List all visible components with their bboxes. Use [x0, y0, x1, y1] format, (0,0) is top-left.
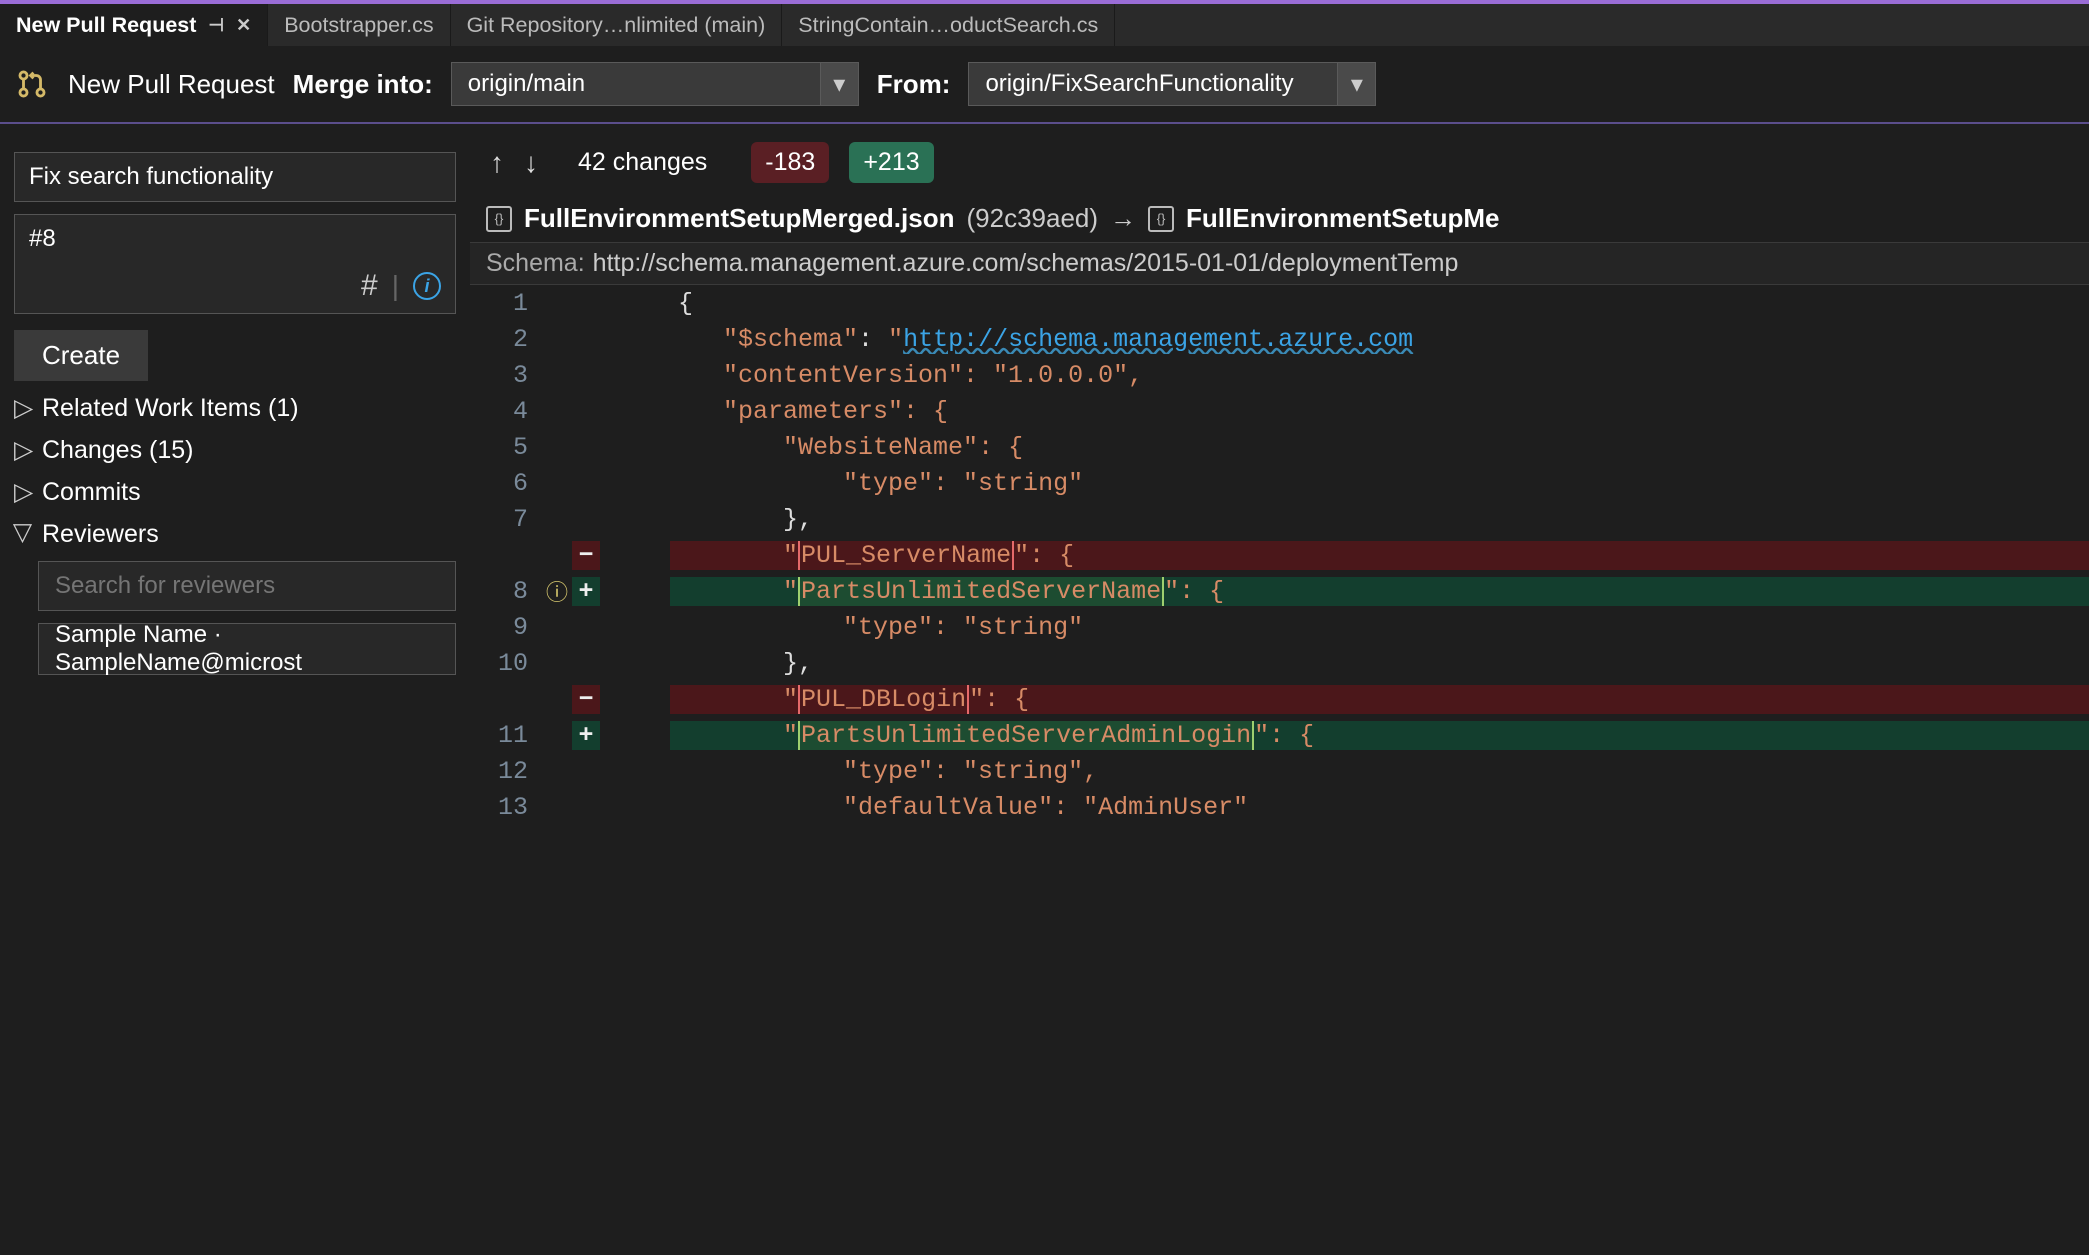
- code-line: 9 "type": "string": [470, 609, 2089, 645]
- tab-bar: New Pull Request ⊣ ✕ Bootstrapper.cs Git…: [0, 0, 2089, 46]
- pull-request-icon: [14, 66, 50, 102]
- tree-label: Commits: [42, 478, 141, 507]
- code-line-added: 8ⓘ+ "PartsUnlimitedServerName": {: [470, 573, 2089, 609]
- chevron-down-icon: ▷: [9, 524, 39, 544]
- code-diff-view[interactable]: 1 { 2 "$schema": "http://schema.manageme…: [470, 285, 2089, 1255]
- merge-into-dropdown[interactable]: origin/main ▾: [451, 62, 859, 106]
- tab-label: Git Repository…nlimited (main): [467, 13, 766, 38]
- tree-label: Reviewers: [42, 520, 159, 549]
- pr-form-panel: #8 # | i Create ▷ Related Work Items (1)…: [0, 130, 470, 1255]
- code-line-removed: − "PUL_DBLogin": {: [470, 681, 2089, 717]
- from-value: origin/FixSearchFunctionality: [969, 70, 1337, 98]
- schema-label: Schema:: [486, 249, 585, 278]
- tab-label: Bootstrapper.cs: [284, 13, 433, 38]
- code-line: 10 },: [470, 645, 2089, 681]
- prev-change-icon[interactable]: ↑: [490, 147, 504, 179]
- chevron-right-icon: ▷: [14, 393, 34, 423]
- code-line: 5 "WebsiteName": {: [470, 429, 2089, 465]
- stat-added: +213: [849, 142, 933, 183]
- pr-description-footer: # | i: [15, 263, 455, 313]
- code-line: 13 "defaultValue": "AdminUser": [470, 789, 2089, 825]
- tree-label: Related Work Items (1): [42, 394, 299, 423]
- changes-count: 42 changes: [578, 148, 707, 177]
- pr-description-box[interactable]: #8 # | i: [14, 214, 456, 314]
- chevron-right-icon: ▷: [14, 477, 34, 507]
- tab-stringcontain[interactable]: StringContain…oductSearch.cs: [782, 4, 1115, 46]
- pr-description-text[interactable]: #8: [15, 215, 455, 263]
- code-line: 1 {: [470, 285, 2089, 321]
- merge-into-value: origin/main: [452, 70, 820, 98]
- diff-file-left-hash: (92c39aed): [966, 203, 1098, 234]
- reviewer-search-input[interactable]: [38, 561, 456, 611]
- json-file-icon: {}: [1148, 206, 1174, 232]
- from-dropdown[interactable]: origin/FixSearchFunctionality ▾: [968, 62, 1376, 106]
- diff-file-right-name: FullEnvironmentSetupMe: [1186, 203, 1499, 234]
- code-line-removed: − "PUL_ServerName": {: [470, 537, 2089, 573]
- arrow-right-icon: →: [1110, 203, 1136, 234]
- diff-panel: ↑ ↓ 42 changes -183 +213 {} FullEnvironm…: [470, 130, 2089, 1255]
- code-line: 12 "type": "string",: [470, 753, 2089, 789]
- from-label: From:: [877, 69, 951, 100]
- reviewer-list-item[interactable]: Sample Name · SampleName@microst: [38, 623, 456, 675]
- diff-file-bar: {} FullEnvironmentSetupMerged.json (92c3…: [470, 195, 2089, 242]
- tree-changes[interactable]: ▷ Changes (15): [14, 435, 456, 465]
- code-line: 4 "parameters": {: [470, 393, 2089, 429]
- page-title: New Pull Request: [68, 69, 275, 100]
- chevron-down-icon[interactable]: ▾: [820, 63, 858, 105]
- schema-bar: Schema: http://schema.management.azure.c…: [470, 242, 2089, 285]
- chevron-down-icon[interactable]: ▾: [1337, 63, 1375, 105]
- pr-top-controls: New Pull Request Merge into: origin/main…: [0, 46, 2089, 124]
- tree-reviewers[interactable]: ▷ Reviewers: [14, 519, 456, 549]
- merge-into-label: Merge into:: [293, 69, 433, 100]
- divider: |: [392, 270, 399, 302]
- pr-title-input[interactable]: [14, 152, 456, 202]
- tab-git-repository[interactable]: Git Repository…nlimited (main): [451, 4, 783, 46]
- create-button[interactable]: Create: [14, 330, 148, 381]
- tab-label: New Pull Request: [16, 13, 196, 38]
- code-line: 2 "$schema": "http://schema.management.a…: [470, 321, 2089, 357]
- main-layout: #8 # | i Create ▷ Related Work Items (1)…: [0, 130, 2089, 1255]
- lightbulb-icon[interactable]: ⓘ: [546, 582, 568, 607]
- chevron-right-icon: ▷: [14, 435, 34, 465]
- schema-url[interactable]: http://schema.management.azure.com/schem…: [593, 249, 1459, 278]
- tab-label: StringContain…oductSearch.cs: [798, 13, 1098, 38]
- code-line: 7 },: [470, 501, 2089, 537]
- code-line-added: 11+ "PartsUnlimitedServerAdminLogin": {: [470, 717, 2089, 753]
- tree-related-work-items[interactable]: ▷ Related Work Items (1): [14, 393, 456, 423]
- json-file-icon: {}: [486, 206, 512, 232]
- diff-header: ↑ ↓ 42 changes -183 +213: [470, 130, 2089, 195]
- diff-file-left-name: FullEnvironmentSetupMerged.json: [524, 203, 954, 234]
- tree-label: Changes (15): [42, 436, 193, 465]
- tab-bootstrapper[interactable]: Bootstrapper.cs: [268, 4, 450, 46]
- reviewer-name: Sample Name · SampleName@microst: [55, 621, 439, 677]
- stat-removed: -183: [751, 142, 829, 183]
- tree-commits[interactable]: ▷ Commits: [14, 477, 456, 507]
- code-line: 3 "contentVersion": "1.0.0.0",: [470, 357, 2089, 393]
- pin-icon[interactable]: ⊣: [208, 15, 224, 36]
- info-icon[interactable]: i: [413, 272, 441, 300]
- code-line: 6 "type": "string": [470, 465, 2089, 501]
- tab-new-pull-request[interactable]: New Pull Request ⊣ ✕: [0, 4, 268, 46]
- next-change-icon[interactable]: ↓: [524, 147, 538, 179]
- close-icon[interactable]: ✕: [236, 15, 251, 36]
- hash-icon[interactable]: #: [361, 269, 378, 303]
